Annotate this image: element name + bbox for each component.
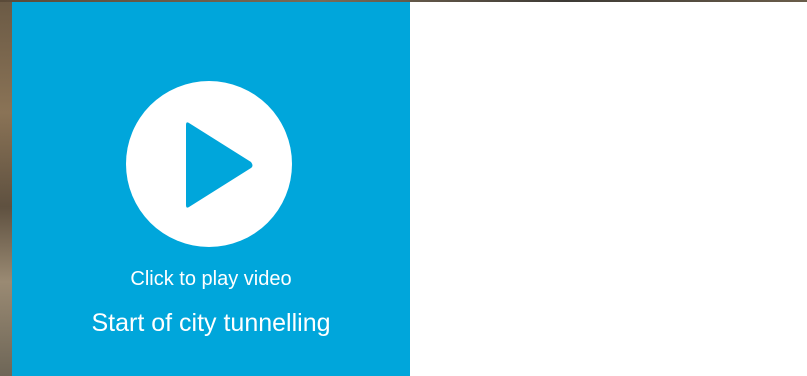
video-card[interactable]: Click to play video Start of city tunnel…: [12, 2, 410, 376]
page: Click to play video Start of city tunnel…: [0, 0, 807, 376]
play-button[interactable]: [126, 81, 292, 247]
background-photo: [0, 0, 12, 376]
video-title: Start of city tunnelling: [91, 309, 331, 337]
play-video-label: Click to play video: [130, 268, 292, 290]
play-icon: [186, 122, 253, 208]
